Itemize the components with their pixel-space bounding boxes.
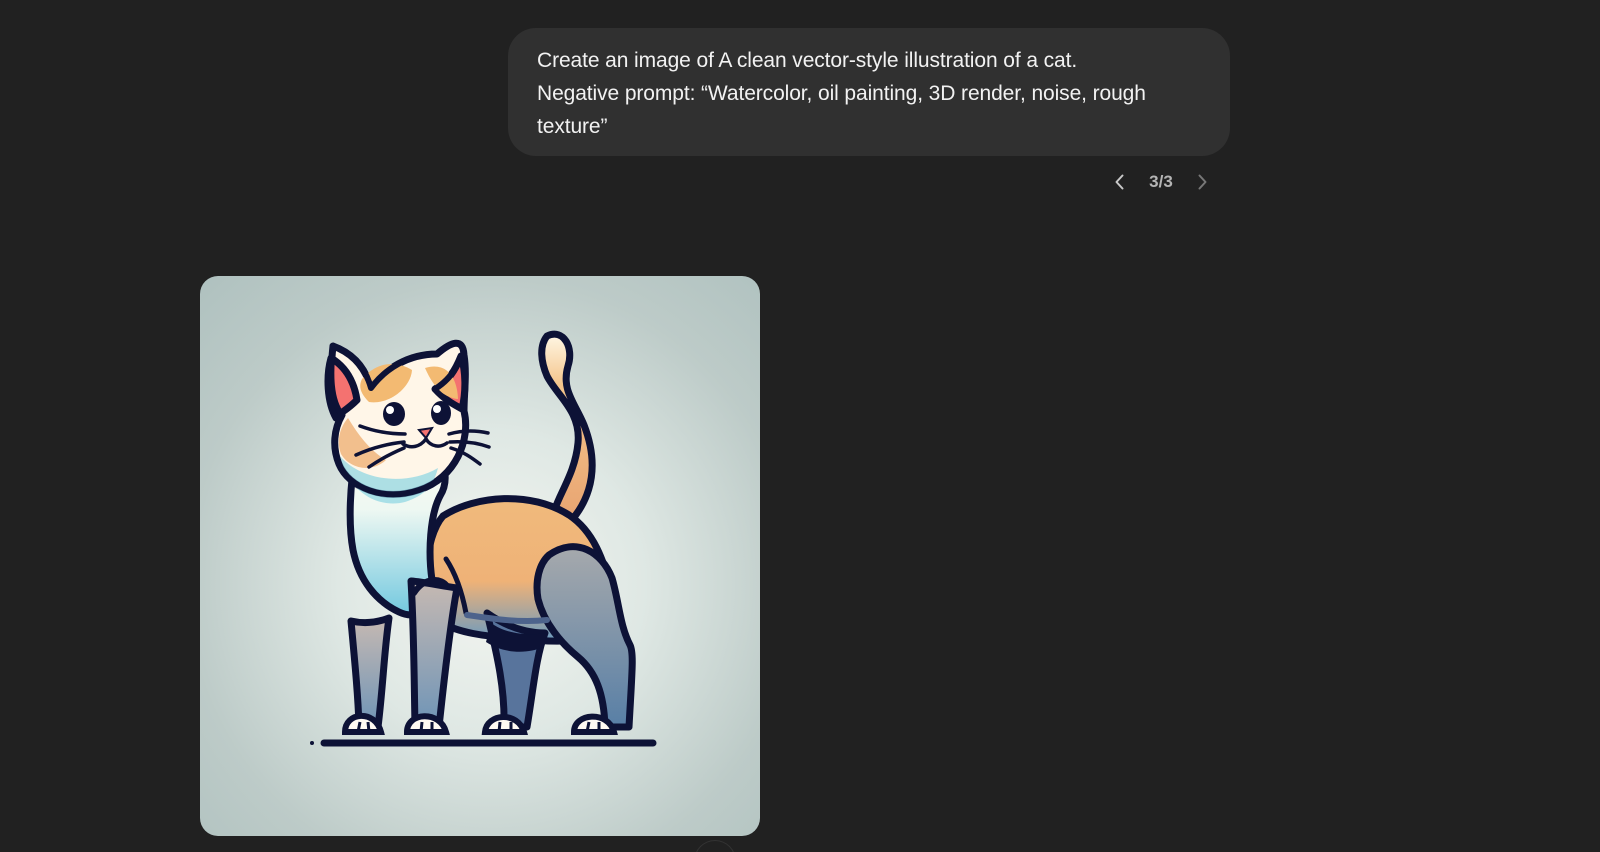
- generated-image[interactable]: [200, 276, 760, 836]
- response-count: 3/3: [1149, 172, 1173, 191]
- user-message-line-2: Negative prompt: “Watercolor, oil painti…: [537, 82, 1146, 105]
- chevron-left-icon: [1115, 174, 1124, 190]
- scroll-indicator: [694, 840, 736, 852]
- user-message-bubble: Create an image of A clean vector-style …: [508, 28, 1230, 156]
- previous-response-button[interactable]: [1106, 166, 1134, 198]
- chevron-right-icon: [1198, 174, 1207, 190]
- user-message-line-3: texture”: [537, 115, 608, 138]
- cat-illustration: [310, 330, 657, 747]
- user-message-line-1: Create an image of A clean vector-style …: [537, 49, 1078, 72]
- next-response-button[interactable]: [1188, 166, 1216, 198]
- chat-page: Create an image of A clean vector-style …: [0, 0, 1600, 852]
- response-pager: 3/3: [1106, 166, 1216, 198]
